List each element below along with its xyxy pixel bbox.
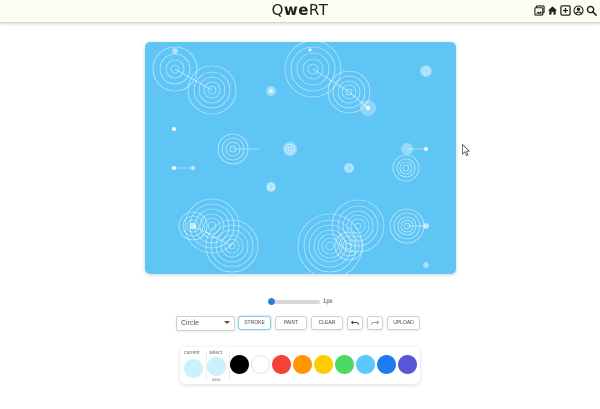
add-icon[interactable] <box>560 5 571 16</box>
color-swatch-red[interactable] <box>272 355 291 374</box>
brush-size-control: 1px <box>268 297 333 307</box>
color-palette: current select ADD <box>180 347 420 384</box>
logo-right: RT <box>308 1 329 19</box>
gallery-icon[interactable] <box>534 5 545 16</box>
search-icon[interactable] <box>586 5 597 16</box>
canvas-stroke <box>199 213 225 239</box>
brush-size-label: 1px <box>323 299 333 305</box>
canvas-dot <box>172 48 178 54</box>
canvas-stroke <box>317 233 343 259</box>
color-swatch-yellow[interactable] <box>314 355 333 374</box>
canvas-stroke <box>207 221 217 231</box>
home-icon[interactable] <box>547 5 558 16</box>
color-swatch-purple[interactable] <box>398 355 417 374</box>
canvas-dot <box>172 127 176 131</box>
canvas-stroke <box>284 42 342 98</box>
drawing-canvas[interactable] <box>145 42 456 274</box>
clear-button[interactable]: CLEAR <box>311 316 343 330</box>
select-color-label: select <box>209 350 223 356</box>
canvas-stroke <box>402 164 410 172</box>
upload-button[interactable]: UPLOAD <box>387 316 420 330</box>
chevron-down-icon <box>224 320 230 324</box>
canvas-dot <box>424 147 428 151</box>
canvas-stroke <box>342 210 374 242</box>
top-bar: QweRT <box>0 0 600 23</box>
shape-select[interactable]: Circle <box>176 315 235 331</box>
canvas-stroke <box>354 222 362 230</box>
shape-select-value: Circle <box>181 319 199 327</box>
add-color-label[interactable]: ADD <box>212 377 220 382</box>
color-swatch-black[interactable] <box>230 355 249 374</box>
canvas-stroke <box>297 213 363 274</box>
canvas-stroke <box>399 161 413 175</box>
stroke-button[interactable]: STROKE <box>238 316 271 330</box>
logo-bold: we <box>283 1 309 19</box>
canvas-dot <box>308 48 312 52</box>
brush-size-slider[interactable] <box>268 298 320 305</box>
app-logo[interactable]: QweRT <box>0 1 600 19</box>
canvas-stroke <box>312 68 350 93</box>
canvas-dot <box>191 166 195 170</box>
color-swatch-orange[interactable] <box>293 355 312 374</box>
canvas-stroke <box>325 241 335 251</box>
mouse-cursor-icon <box>462 144 470 156</box>
select-color-swatch[interactable] <box>207 357 226 376</box>
color-swatch-light-blue[interactable] <box>356 355 375 374</box>
logo-left: Q <box>271 1 284 19</box>
canvas-dot <box>283 142 297 156</box>
canvas-stroke <box>331 199 385 253</box>
redo-icon <box>371 320 379 325</box>
canvas-dot <box>344 163 354 173</box>
canvas-stroke <box>174 68 213 91</box>
canvas-stroke <box>203 217 221 235</box>
controls-row: Circle STROKE PAINT CLEAR UPLOAD <box>176 315 420 331</box>
canvas-stroke <box>303 219 357 273</box>
color-swatch-green[interactable] <box>335 355 354 374</box>
user-icon[interactable] <box>573 5 584 16</box>
undo-icon <box>351 320 359 325</box>
canvas-dot <box>423 262 429 268</box>
canvas-dot <box>269 89 273 93</box>
current-color-swatch <box>184 359 203 378</box>
canvas-stroke <box>321 237 339 255</box>
canvas-stroke <box>346 214 370 238</box>
canvas-stroke <box>308 224 352 268</box>
current-color-label: current <box>184 350 200 356</box>
canvas-stroke <box>189 203 235 249</box>
canvas-stroke <box>337 205 379 247</box>
slider-thumb[interactable] <box>268 298 275 305</box>
toolbar-icons <box>534 5 597 16</box>
redo-button[interactable] <box>367 316 383 330</box>
undo-button[interactable] <box>347 316 363 330</box>
paint-button[interactable]: PAINT <box>275 316 307 330</box>
canvas-drawing <box>152 42 432 274</box>
canvas-stroke <box>348 91 369 109</box>
color-swatch-blue[interactable] <box>377 355 396 374</box>
color-swatch-white[interactable] <box>251 355 270 374</box>
